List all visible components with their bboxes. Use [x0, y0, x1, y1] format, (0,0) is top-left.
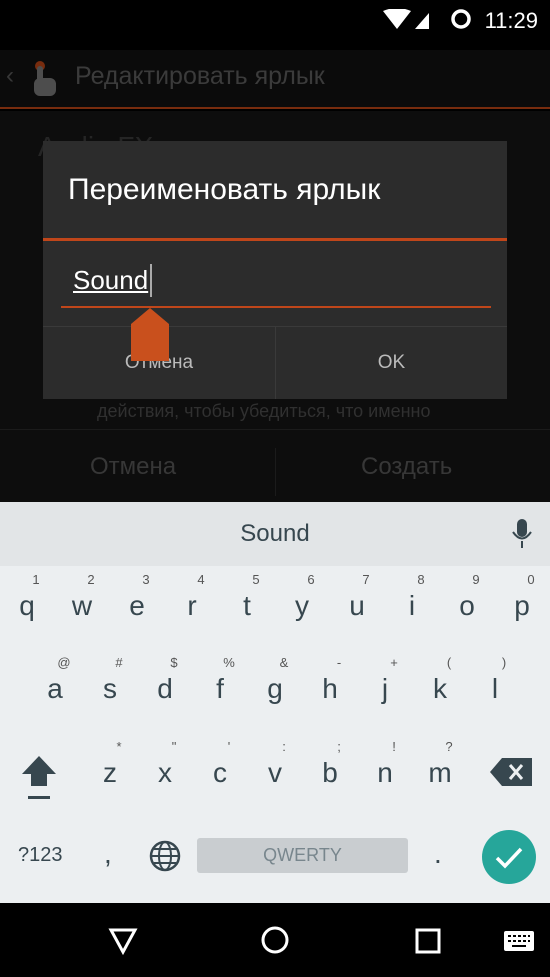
key-hint: &	[279, 655, 289, 670]
key-s[interactable]: s	[85, 673, 135, 705]
key-m[interactable]: m	[415, 757, 465, 789]
key-hint: 9	[472, 572, 480, 587]
key-b[interactable]: b	[305, 757, 355, 789]
key-hint: '	[227, 739, 231, 754]
navigation-bar	[0, 903, 550, 977]
divider	[43, 238, 507, 241]
key-hint: +	[390, 655, 398, 670]
text-cursor	[150, 264, 152, 297]
key-e[interactable]: e	[112, 590, 162, 622]
key-hint: 6	[307, 572, 315, 587]
key-w[interactable]: w	[57, 590, 107, 622]
key-hint: "	[171, 739, 177, 754]
cell-signal-icon	[415, 13, 429, 29]
recents-icon[interactable]	[414, 927, 442, 955]
status-bar: 11:29	[0, 0, 550, 50]
key-l[interactable]: l	[470, 673, 520, 705]
key-p[interactable]: p	[497, 590, 547, 622]
key-hint: :	[282, 739, 286, 754]
key-a[interactable]: a	[30, 673, 80, 705]
input-value[interactable]: Sound	[73, 265, 148, 296]
key-hint: 0	[527, 572, 535, 587]
dialog-title: Переименовать ярлык	[68, 173, 381, 206]
key-hint: -	[336, 655, 342, 670]
key-u[interactable]: u	[332, 590, 382, 622]
key-n[interactable]: n	[360, 757, 410, 789]
key-hint: 1	[32, 572, 40, 587]
done-check-icon[interactable]	[481, 829, 537, 885]
clock: 11:29	[484, 8, 538, 33]
home-icon[interactable]	[260, 925, 290, 955]
key-hint: (	[446, 655, 452, 670]
key-hint: #	[115, 655, 123, 670]
sync-icon	[451, 9, 471, 29]
key-d[interactable]: d	[140, 673, 190, 705]
key-hint: 2	[87, 572, 95, 587]
key-hint: !	[392, 739, 396, 754]
wifi-icon	[383, 9, 429, 29]
key-v[interactable]: v	[250, 757, 300, 789]
rename-dialog: Переименовать ярлык Sound Отмена OK	[43, 141, 507, 399]
key-g[interactable]: g	[250, 673, 300, 705]
comma-key[interactable]: ,	[104, 838, 112, 870]
cursor-handle[interactable]	[131, 308, 169, 361]
key-hint: %	[223, 655, 235, 670]
suggestion[interactable]: Sound	[240, 520, 309, 548]
key-hint: ?	[445, 739, 453, 754]
back-icon[interactable]	[108, 927, 138, 955]
key-hint: $	[170, 655, 178, 670]
keyboard-switch-icon[interactable]	[503, 930, 535, 952]
key-z[interactable]: z	[85, 757, 135, 789]
key-x[interactable]: x	[140, 757, 190, 789]
backspace-icon[interactable]	[490, 758, 532, 786]
suggestion-strip: Sound	[0, 502, 550, 566]
key-hint: 3	[142, 572, 150, 587]
key-f[interactable]: f	[195, 673, 245, 705]
key-hint: 4	[197, 572, 205, 587]
space-bar[interactable]: QWERTY	[197, 838, 408, 873]
key-hint: *	[116, 739, 122, 754]
globe-icon[interactable]	[149, 840, 181, 872]
key-o[interactable]: o	[442, 590, 492, 622]
key-hint: 8	[417, 572, 425, 587]
key-i[interactable]: i	[387, 590, 437, 622]
key-j[interactable]: j	[360, 673, 410, 705]
key-y[interactable]: y	[277, 590, 327, 622]
symbols-key[interactable]: ?123	[18, 844, 63, 867]
key-hint: )	[501, 655, 507, 670]
name-input[interactable]: Sound	[61, 261, 491, 309]
key-h[interactable]: h	[305, 673, 355, 705]
shift-icon[interactable]	[20, 754, 58, 802]
microphone-icon[interactable]	[510, 519, 534, 551]
key-hint: 7	[362, 572, 370, 587]
period-key[interactable]: .	[434, 838, 442, 870]
key-c[interactable]: c	[195, 757, 245, 789]
key-t[interactable]: t	[222, 590, 272, 622]
key-hint: ;	[337, 739, 341, 754]
key-q[interactable]: q	[2, 590, 52, 622]
dialog-ok-button[interactable]: OK	[275, 326, 507, 399]
keyboard: Sound 1 q 2 w 3 e 4 r 5 t 6 y 7 u 8 i 9 o 0 p @ a # s $ d% f & g - h + j…	[0, 502, 550, 903]
key-r[interactable]: r	[167, 590, 217, 622]
key-k[interactable]: k	[415, 673, 465, 705]
key-hint: 5	[252, 572, 260, 587]
input-underline	[61, 306, 491, 308]
key-hint: @	[57, 655, 71, 670]
